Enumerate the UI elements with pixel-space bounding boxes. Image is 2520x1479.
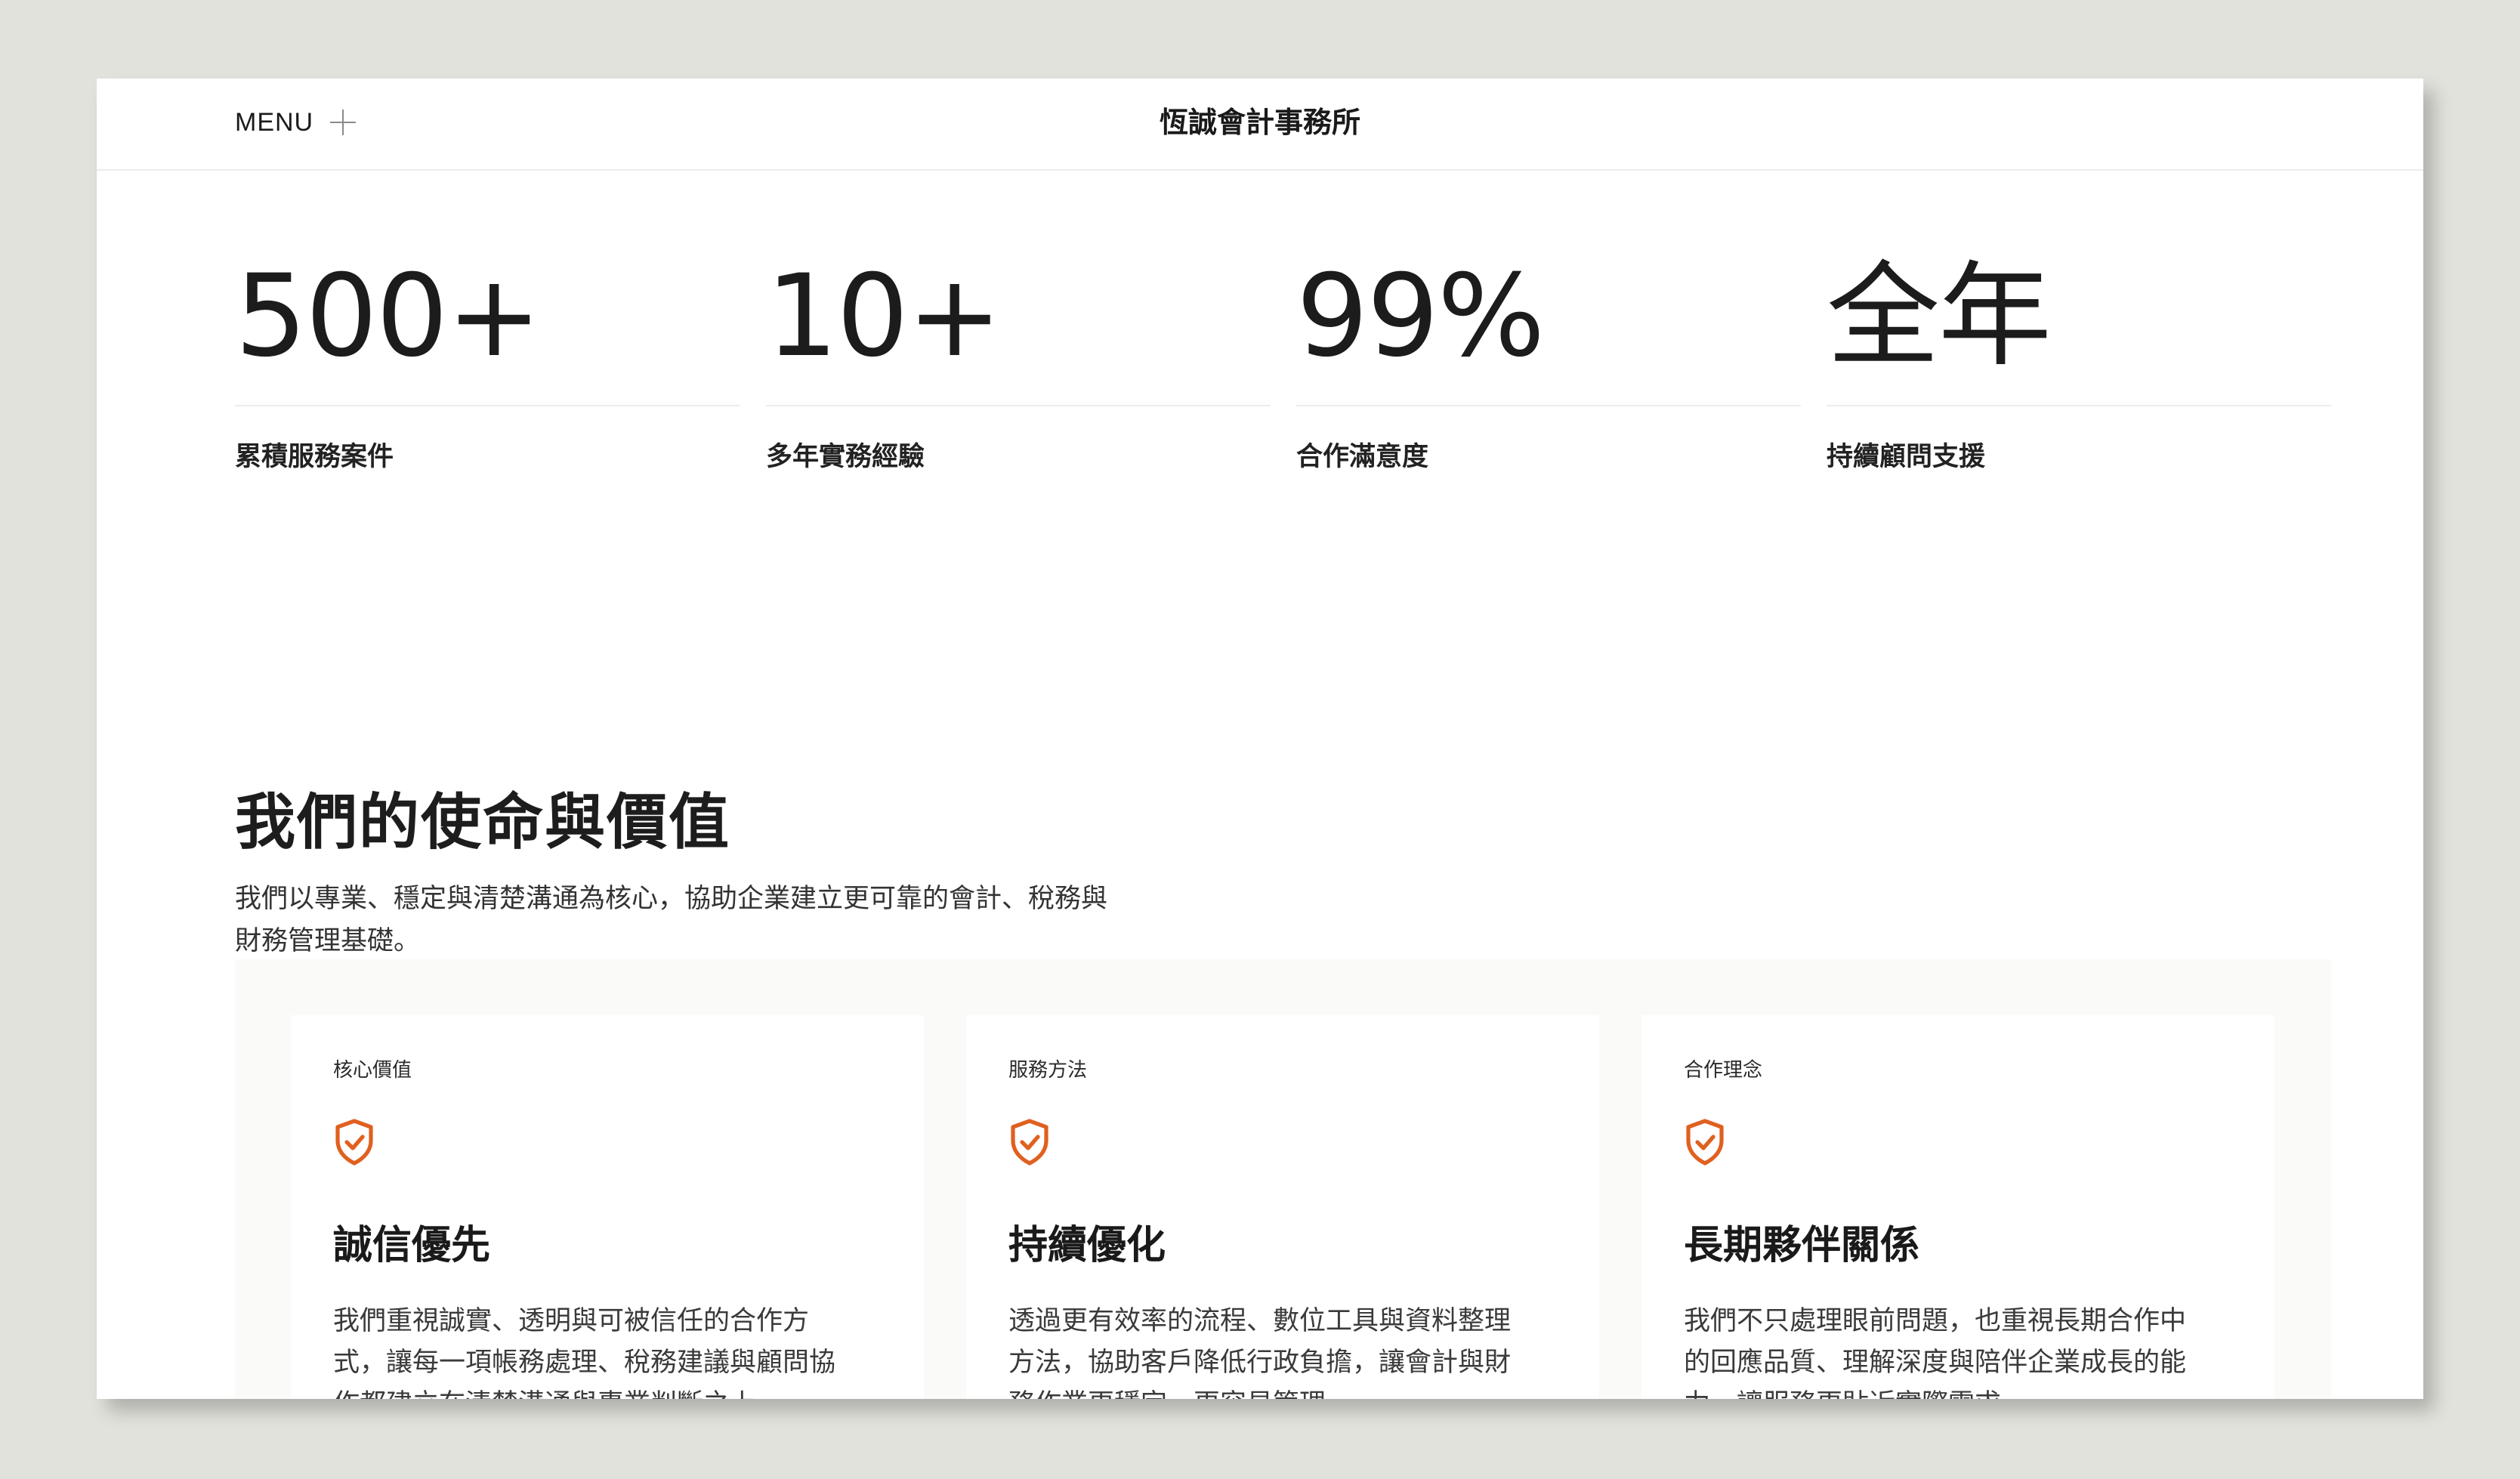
value-card: 合作理念 長期夥伴關係 我們不只處理眼前問題，也重視長期合作中的回應品質、理解深… <box>1641 1015 2274 1399</box>
stats-section: 500+ 累積服務案件 10+ 多年實務經驗 99% 合作滿意度 全年 持續顧問… <box>235 245 2331 562</box>
stat-value: 99% <box>1296 251 1545 382</box>
shield-check-icon <box>335 1119 373 1166</box>
card-title: 長期夥伴關係 <box>1684 1223 1920 1268</box>
browser-viewport: MENU 恆誠會計事務所 500+ 累積服務案件 10+ 多年實務經驗 99% … <box>97 79 2423 1399</box>
value-card: 服務方法 持續優化 透過更有效率的流程、數位工具與資料整理方法，協助客戶降低行政… <box>966 1015 1599 1399</box>
stat-value: 500+ <box>235 251 542 382</box>
card-description: 我們重視誠實、透明與可被信任的合作方式，讓每一項帳務處理、稅務建議與顧問協作都建… <box>333 1306 836 1399</box>
value-card: 核心價值 誠信優先 我們重視誠實、透明與可被信任的合作方式，讓每一項帳務處理、稅… <box>291 1015 924 1399</box>
card-tag: 核心價值 <box>333 1059 412 1082</box>
shield-check-icon <box>1686 1119 1724 1166</box>
card-description: 我們不只處理眼前問題，也重視長期合作中的回應品質、理解深度與陪伴企業成長的能力，… <box>1684 1306 2187 1399</box>
stat-label: 多年實務經驗 <box>766 442 925 472</box>
card-title: 持續優化 <box>1008 1223 1166 1268</box>
card-title: 誠信優先 <box>333 1223 491 1268</box>
card-tag: 合作理念 <box>1684 1059 1763 1082</box>
card-description: 透過更有效率的流程、數位工具與資料整理方法，協助客戶降低行政負擔，讓會計與財務作… <box>1008 1306 1512 1399</box>
mission-heading: 我們的使命與價值 <box>235 787 730 857</box>
card-tag: 服務方法 <box>1008 1059 1088 1082</box>
mission-description: 我們以專業、穩定與清楚溝通為核心，協助企業建立更可靠的會計、稅務與財務管理基礎。 <box>235 884 1108 956</box>
stat-value: 10+ <box>766 251 1002 382</box>
stat-divider <box>235 405 740 406</box>
stat-divider <box>766 405 1271 406</box>
stat-item: 500+ 累積服務案件 <box>235 245 740 474</box>
stat-value: 全年 <box>1827 251 2052 382</box>
stat-divider <box>1827 405 2331 406</box>
stat-divider <box>1296 405 1801 406</box>
stat-label: 合作滿意度 <box>1296 442 1429 472</box>
stat-label: 持續顧問支援 <box>1827 442 1986 472</box>
site-title[interactable]: 恆誠會計事務所 <box>97 100 2423 145</box>
stat-item: 全年 持續顧問支援 <box>1827 245 2331 474</box>
stat-item: 10+ 多年實務經驗 <box>766 245 1271 474</box>
site-header: MENU 恆誠會計事務所 <box>97 79 2423 171</box>
stat-label: 累積服務案件 <box>235 442 394 472</box>
shield-check-icon <box>1011 1119 1048 1166</box>
values-panel: 核心價值 誠信優先 我們重視誠實、透明與可被信任的合作方式，讓每一項帳務處理、稅… <box>235 959 2331 1399</box>
stat-item: 99% 合作滿意度 <box>1296 245 1801 474</box>
